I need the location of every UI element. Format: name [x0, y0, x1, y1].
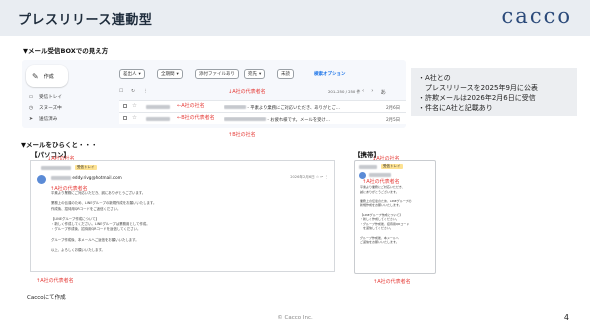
- title-bar: プレスリリース連動型 cacco: [0, 0, 590, 36]
- filter-label: 全期間: [161, 72, 175, 77]
- more-icon[interactable]: ⋮: [143, 89, 148, 94]
- select-all-checkbox[interactable]: ☐: [119, 89, 123, 94]
- input-tools-button[interactable]: あ: [380, 88, 386, 96]
- row-checkbox[interactable]: [123, 116, 127, 120]
- nav-item-snoozed[interactable]: ◷ スヌーズ中: [28, 105, 62, 111]
- filter-label: 宛先: [248, 72, 257, 77]
- star-icon[interactable]: ☆: [132, 115, 137, 121]
- filter-to[interactable]: 宛先 ▾: [244, 69, 266, 79]
- copyright: © Cacco Inc.: [277, 315, 313, 321]
- sender-name: eddy.rivg@hotmail.com: [51, 175, 122, 180]
- sender-name: [369, 173, 391, 177]
- summary-box: ・A社との プレスリリースを2025年9月に公表 ・許欺メールは2026年2月6…: [411, 68, 577, 116]
- chevron-down-icon: ▾: [138, 71, 141, 77]
- mail-body: 平素より業務にご対応いただき、誠にありがとうございます。 業務上の伝達のため、L…: [51, 191, 157, 253]
- section-heading-inbox: ▼メール受信BOXでの見え方: [23, 47, 109, 55]
- filter-label: 未読: [281, 72, 290, 77]
- section-heading-open: ▼メールをひらくと・・・: [21, 141, 98, 149]
- advanced-search-link[interactable]: 検索オプション: [314, 71, 346, 77]
- mail-subject: - お疲れ様です。メールを受け…: [224, 117, 372, 123]
- filter-from[interactable]: 差出人 ▾: [119, 69, 145, 79]
- next-page-icon[interactable]: ›: [371, 88, 373, 96]
- annotation-pc-rep-bottom: ↑A社の代表者名: [36, 278, 74, 284]
- filter-label: 差出人: [123, 72, 137, 77]
- filter-date[interactable]: 全期間 ▾: [157, 69, 183, 79]
- summary-line: ・件名にA社と記載あり: [418, 104, 493, 112]
- compose-button[interactable]: ✎ 作成: [26, 65, 68, 87]
- annotation-rep-b: ←B社の代表者名: [177, 115, 215, 121]
- sender-redacted: [146, 104, 170, 111]
- chevron-down-icon: ▾: [259, 71, 262, 77]
- annotation-mobile-rep-bottom: ↑A社の代表者名: [373, 279, 411, 285]
- pc-mail-view: 受信トレイ eddy.rivg@hotmail.com 2026年2月6日 ☆ …: [30, 160, 335, 272]
- source-note: Caccoにて作成: [27, 295, 66, 301]
- refresh-icon[interactable]: ↻: [131, 89, 135, 94]
- annotation-mobile-rep: ↑A社の代表者名: [362, 179, 400, 185]
- cacco-logo: cacco: [501, 4, 572, 28]
- filter-unread[interactable]: 未読: [277, 69, 294, 79]
- mail-meta: 2026年2月6日 ☆ ↩ ⋮: [290, 175, 328, 179]
- clock-icon: ◷: [28, 105, 34, 111]
- page-number: 4: [563, 313, 569, 322]
- slide-title: プレスリリース連動型: [18, 13, 153, 28]
- annotation-company-b: ↑B社の社名: [228, 132, 256, 138]
- nav-label: 送信済み: [39, 117, 58, 122]
- mail-header-line: 受信トレイ: [41, 165, 97, 170]
- mail-body: 平素より業務にご対応いただき、 誠にありがとうございます。 業務上の伝達のため、…: [360, 185, 412, 245]
- pagination: ‹ › あ: [362, 88, 386, 96]
- annotation-company-a: ←A社の社名: [177, 103, 205, 109]
- nav-label: 受信トレイ: [39, 95, 62, 100]
- star-icon[interactable]: ☆: [132, 103, 137, 109]
- nav-item-sent[interactable]: ➤ 送信済み: [28, 116, 58, 122]
- prev-page-icon[interactable]: ‹: [362, 88, 364, 96]
- sender-redacted: [146, 116, 170, 123]
- annotation-rep-name: ↓A社の代表者名: [228, 89, 266, 95]
- summary-line: ・許欺メールは2026年2月6日に受信: [418, 94, 536, 102]
- summary-line: ・A社との: [418, 74, 451, 82]
- mail-row[interactable]: ☆ - お疲れ様です。メールを受け… 2月5日: [119, 112, 406, 124]
- nav-item-inbox[interactable]: ▭ 受信トレイ: [28, 94, 62, 100]
- inbox-tag[interactable]: 受信トレイ: [381, 164, 403, 169]
- compose-label: 作成: [43, 73, 54, 80]
- filter-attachment[interactable]: 添付ファイルあり: [195, 69, 239, 79]
- avatar: [37, 175, 46, 184]
- page-info: 201–250 / 250 件: [328, 89, 361, 94]
- row-checkbox[interactable]: [123, 104, 127, 108]
- inbox-tag[interactable]: 受信トレイ: [75, 165, 97, 170]
- annotation-pc-rep: ↑A社の代表者名: [50, 186, 88, 192]
- nav-label: スヌーズ中: [39, 106, 62, 111]
- filter-label: 添付ファイルあり: [199, 72, 235, 77]
- send-icon: ➤: [28, 116, 34, 122]
- mail-date: 2月5日: [385, 117, 400, 123]
- mobile-header: 受信トレイ: [359, 164, 403, 169]
- summary-line: プレスリリースを2025年9月に公表: [418, 84, 538, 92]
- chevron-down-icon: ▾: [176, 71, 179, 77]
- pencil-icon: ✎: [32, 71, 39, 81]
- mail-row[interactable]: ☆ - 平素より業務にご対応いただき、ありがとご… 2月6日: [119, 100, 406, 112]
- mail-subject: - 平素より業務にご対応いただき、ありがとご…: [224, 105, 372, 111]
- inbox-icon: ▭: [28, 94, 34, 100]
- toolbar: ☐ ↻ ⋮: [119, 89, 148, 94]
- mail-date: 2月6日: [385, 105, 400, 111]
